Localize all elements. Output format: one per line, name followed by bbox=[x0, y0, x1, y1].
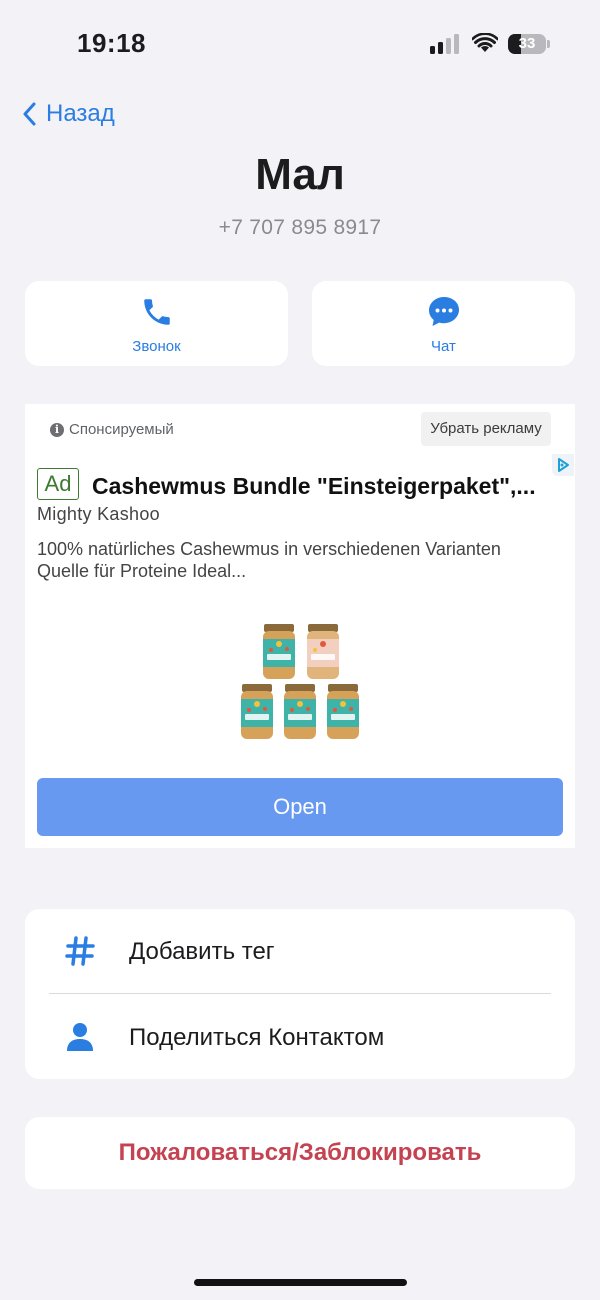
person-icon bbox=[67, 1023, 93, 1051]
contact-phone: +7 707 895 8917 bbox=[218, 216, 382, 239]
chat-label: Чат bbox=[431, 338, 456, 355]
chat-bubble-icon bbox=[428, 297, 459, 326]
cellular-signal-icon bbox=[430, 34, 462, 54]
product-image[interactable] bbox=[225, 618, 375, 748]
sponsored-label-row: i Спонсируемый bbox=[50, 421, 174, 438]
home-indicator bbox=[194, 1279, 407, 1286]
remove-ads-button[interactable]: Убрать рекламу bbox=[421, 412, 551, 446]
share-contact-label: Поделиться Контактом bbox=[129, 1024, 385, 1051]
share-contact-button[interactable]: Поделиться Контактом bbox=[25, 995, 575, 1079]
ad-advertiser: Mighty Kashoo bbox=[37, 504, 160, 524]
battery-percent: 33 bbox=[518, 35, 536, 52]
battery-cap bbox=[547, 40, 550, 48]
hashtag-icon bbox=[65, 936, 95, 966]
battery-indicator: 33 bbox=[508, 34, 546, 54]
sponsored-ad: i Спонсируемый Убрать рекламу Ad Cashewm… bbox=[25, 404, 575, 848]
divider bbox=[49, 993, 551, 994]
ad-badge: Ad bbox=[37, 468, 79, 500]
adchoices-icon[interactable] bbox=[552, 454, 574, 476]
back-button[interactable]: Назад bbox=[22, 100, 115, 128]
call-button[interactable]: Звонок bbox=[25, 281, 288, 366]
phone-icon bbox=[143, 299, 170, 325]
add-tag-button[interactable]: Добавить тег bbox=[25, 909, 575, 993]
back-label: Назад bbox=[46, 100, 115, 127]
wifi-icon bbox=[472, 33, 498, 52]
add-tag-label: Добавить тег bbox=[129, 938, 275, 965]
ad-open-button[interactable]: Open bbox=[37, 778, 563, 836]
report-block-button[interactable]: Пожаловаться/Заблокировать bbox=[25, 1117, 575, 1189]
ad-description: 100% natürliches Cashewmus in verschiede… bbox=[37, 539, 501, 581]
chat-button[interactable]: Чат bbox=[312, 281, 575, 366]
contact-options-menu: Добавить тег Поделиться Контактом bbox=[25, 909, 575, 1079]
call-label: Звонок bbox=[132, 338, 181, 355]
ad-headline[interactable]: Cashewmus Bundle "Einsteigerpaket",... bbox=[92, 473, 552, 500]
chevron-left-icon bbox=[23, 102, 36, 126]
status-time: 19:18 bbox=[77, 28, 146, 58]
sponsored-label: Спонсируемый bbox=[69, 421, 174, 438]
info-icon: i bbox=[50, 422, 64, 437]
contact-name: Мал bbox=[255, 150, 345, 199]
